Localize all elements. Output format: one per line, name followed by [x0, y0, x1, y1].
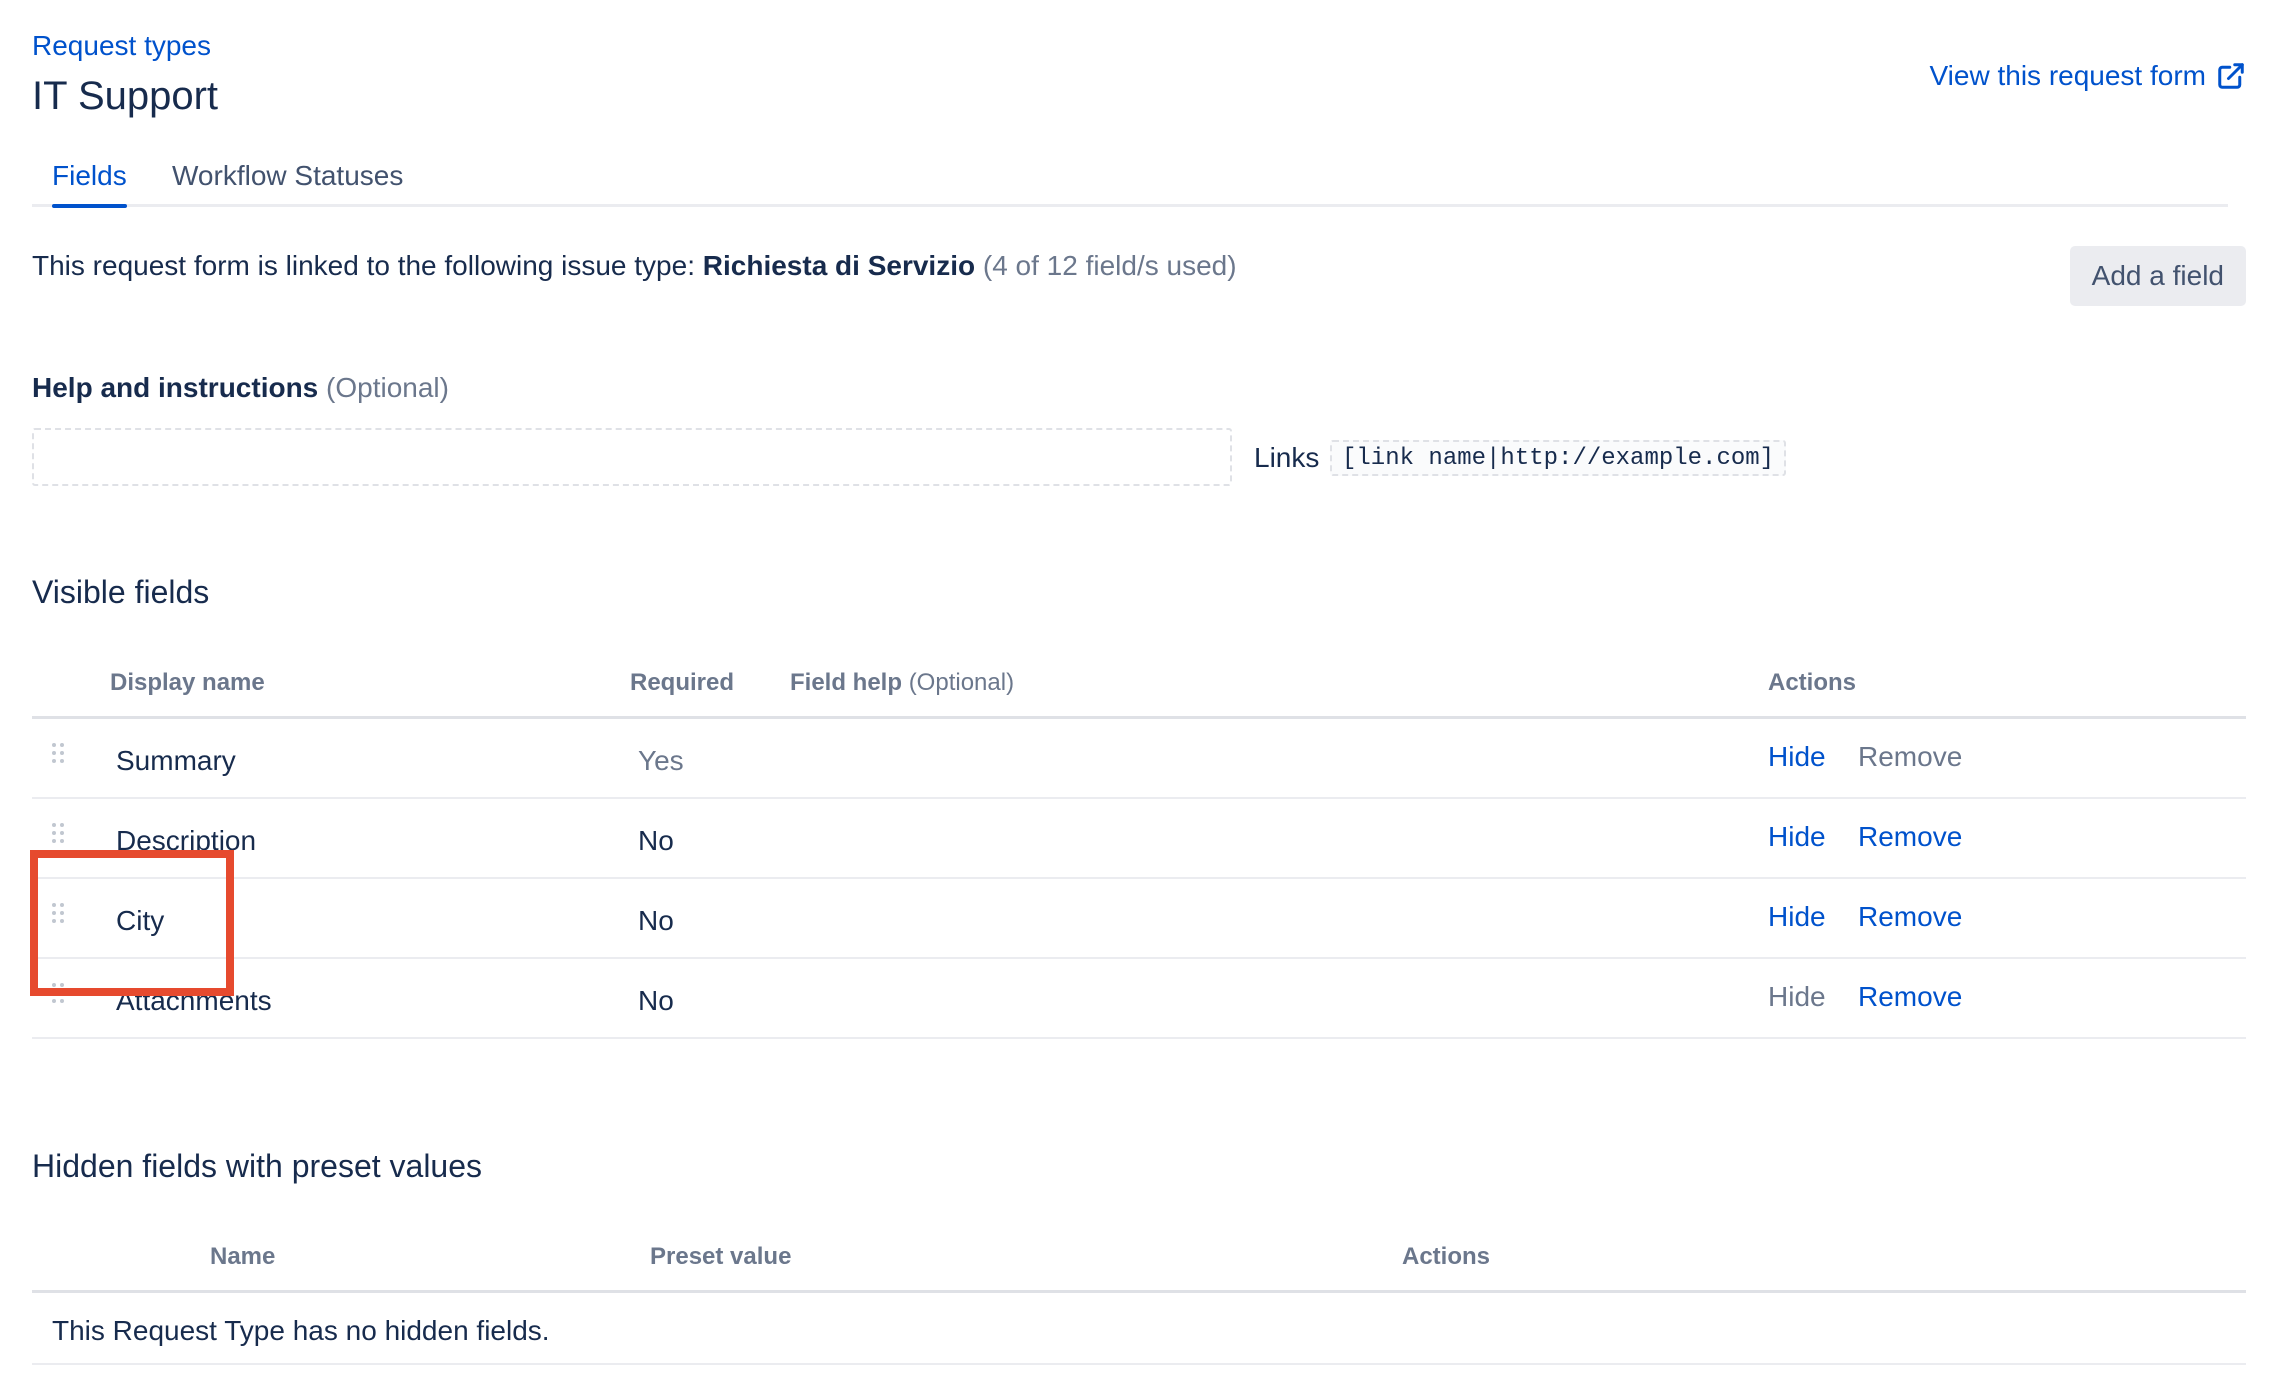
visible-fields-table: Display name Required Field help (Option…	[32, 642, 2246, 1039]
visible-fields-header-row: Display name Required Field help (Option…	[32, 642, 2246, 719]
links-label: Links	[1254, 442, 1320, 473]
table-row: City No Hide Remove	[32, 879, 2246, 959]
tab-fields[interactable]: Fields	[52, 158, 127, 208]
empty-row: This Request Type has no hidden fields.	[32, 1293, 2246, 1365]
hide-button: Hide	[1768, 981, 1826, 1012]
drag-handle-icon[interactable]	[52, 903, 66, 929]
drag-handle-icon[interactable]	[52, 823, 66, 849]
view-request-form-label: View this request form	[1929, 60, 2207, 91]
drag-handle-icon[interactable]	[52, 743, 66, 769]
tab-bar: Fields Workflow Statuses	[32, 152, 2228, 208]
external-link-icon	[2218, 63, 2244, 89]
field-name: Description	[116, 825, 257, 856]
table-row: Description No Hide Remove	[32, 799, 2246, 879]
page-title: IT Support	[32, 74, 219, 118]
issue-type-name: Richiesta di Servizio	[702, 250, 976, 281]
hide-button[interactable]: Hide	[1768, 899, 1826, 935]
column-hidden-actions: Actions	[1402, 1243, 1491, 1270]
help-instructions-title: Help and instructions	[32, 372, 319, 403]
breadcrumb-request-types[interactable]: Request types	[32, 28, 211, 64]
column-actions: Actions	[1768, 669, 1857, 696]
remove-button: Remove	[1858, 741, 1963, 772]
column-field-help-label: Field help	[790, 669, 903, 696]
table-row: Summary Yes Hide Remove	[32, 719, 2246, 799]
hidden-fields-header-row: Name Preset value Actions	[32, 1216, 2246, 1293]
links-syntax-example: [link name|http://example.com]	[1330, 440, 1787, 476]
add-field-button[interactable]: Add a field	[2069, 246, 2246, 306]
field-usage-count: (4 of 12 field/s used)	[982, 250, 1237, 281]
empty-message: This Request Type has no hidden fields.	[52, 1315, 550, 1346]
help-optional-label: (Optional)	[326, 372, 449, 403]
field-name: City	[116, 905, 165, 936]
column-field-help-optional: (Optional)	[908, 669, 1015, 696]
help-instructions-label: Help and instructions (Optional)	[32, 370, 449, 406]
field-required: No	[638, 905, 674, 936]
field-required: Yes	[638, 745, 684, 776]
remove-button[interactable]: Remove	[1858, 819, 1962, 855]
field-required: No	[638, 825, 674, 856]
column-preset-value: Preset value	[650, 1243, 792, 1270]
hidden-fields-heading: Hidden fields with preset values	[32, 1148, 483, 1184]
hide-button[interactable]: Hide	[1768, 819, 1826, 855]
drag-handle-icon[interactable]	[52, 983, 66, 1009]
hide-button[interactable]: Hide	[1768, 739, 1826, 775]
field-required: No	[638, 985, 674, 1016]
column-display-name: Display name	[110, 669, 265, 696]
column-field-help: Field help (Optional)	[790, 668, 1014, 698]
remove-button[interactable]: Remove	[1858, 979, 1962, 1015]
column-name: Name	[210, 1243, 276, 1270]
linked-issue-type-text: This request form is linked to the follo…	[32, 248, 1237, 284]
view-request-form-link[interactable]: View this request form	[1930, 58, 2247, 94]
visible-fields-heading: Visible fields	[32, 574, 210, 610]
tab-workflow-statuses[interactable]: Workflow Statuses	[172, 158, 403, 194]
remove-button[interactable]: Remove	[1858, 899, 1962, 935]
table-row: Attachments No Hide Remove	[32, 959, 2246, 1039]
field-name: Attachments	[116, 985, 272, 1016]
help-instructions-input[interactable]	[32, 428, 1232, 486]
field-name: Summary	[116, 745, 236, 776]
linked-prefix: This request form is linked to the follo…	[32, 250, 695, 281]
hidden-fields-table: Name Preset value Actions This Request T…	[32, 1216, 2246, 1365]
column-required: Required	[630, 669, 735, 696]
